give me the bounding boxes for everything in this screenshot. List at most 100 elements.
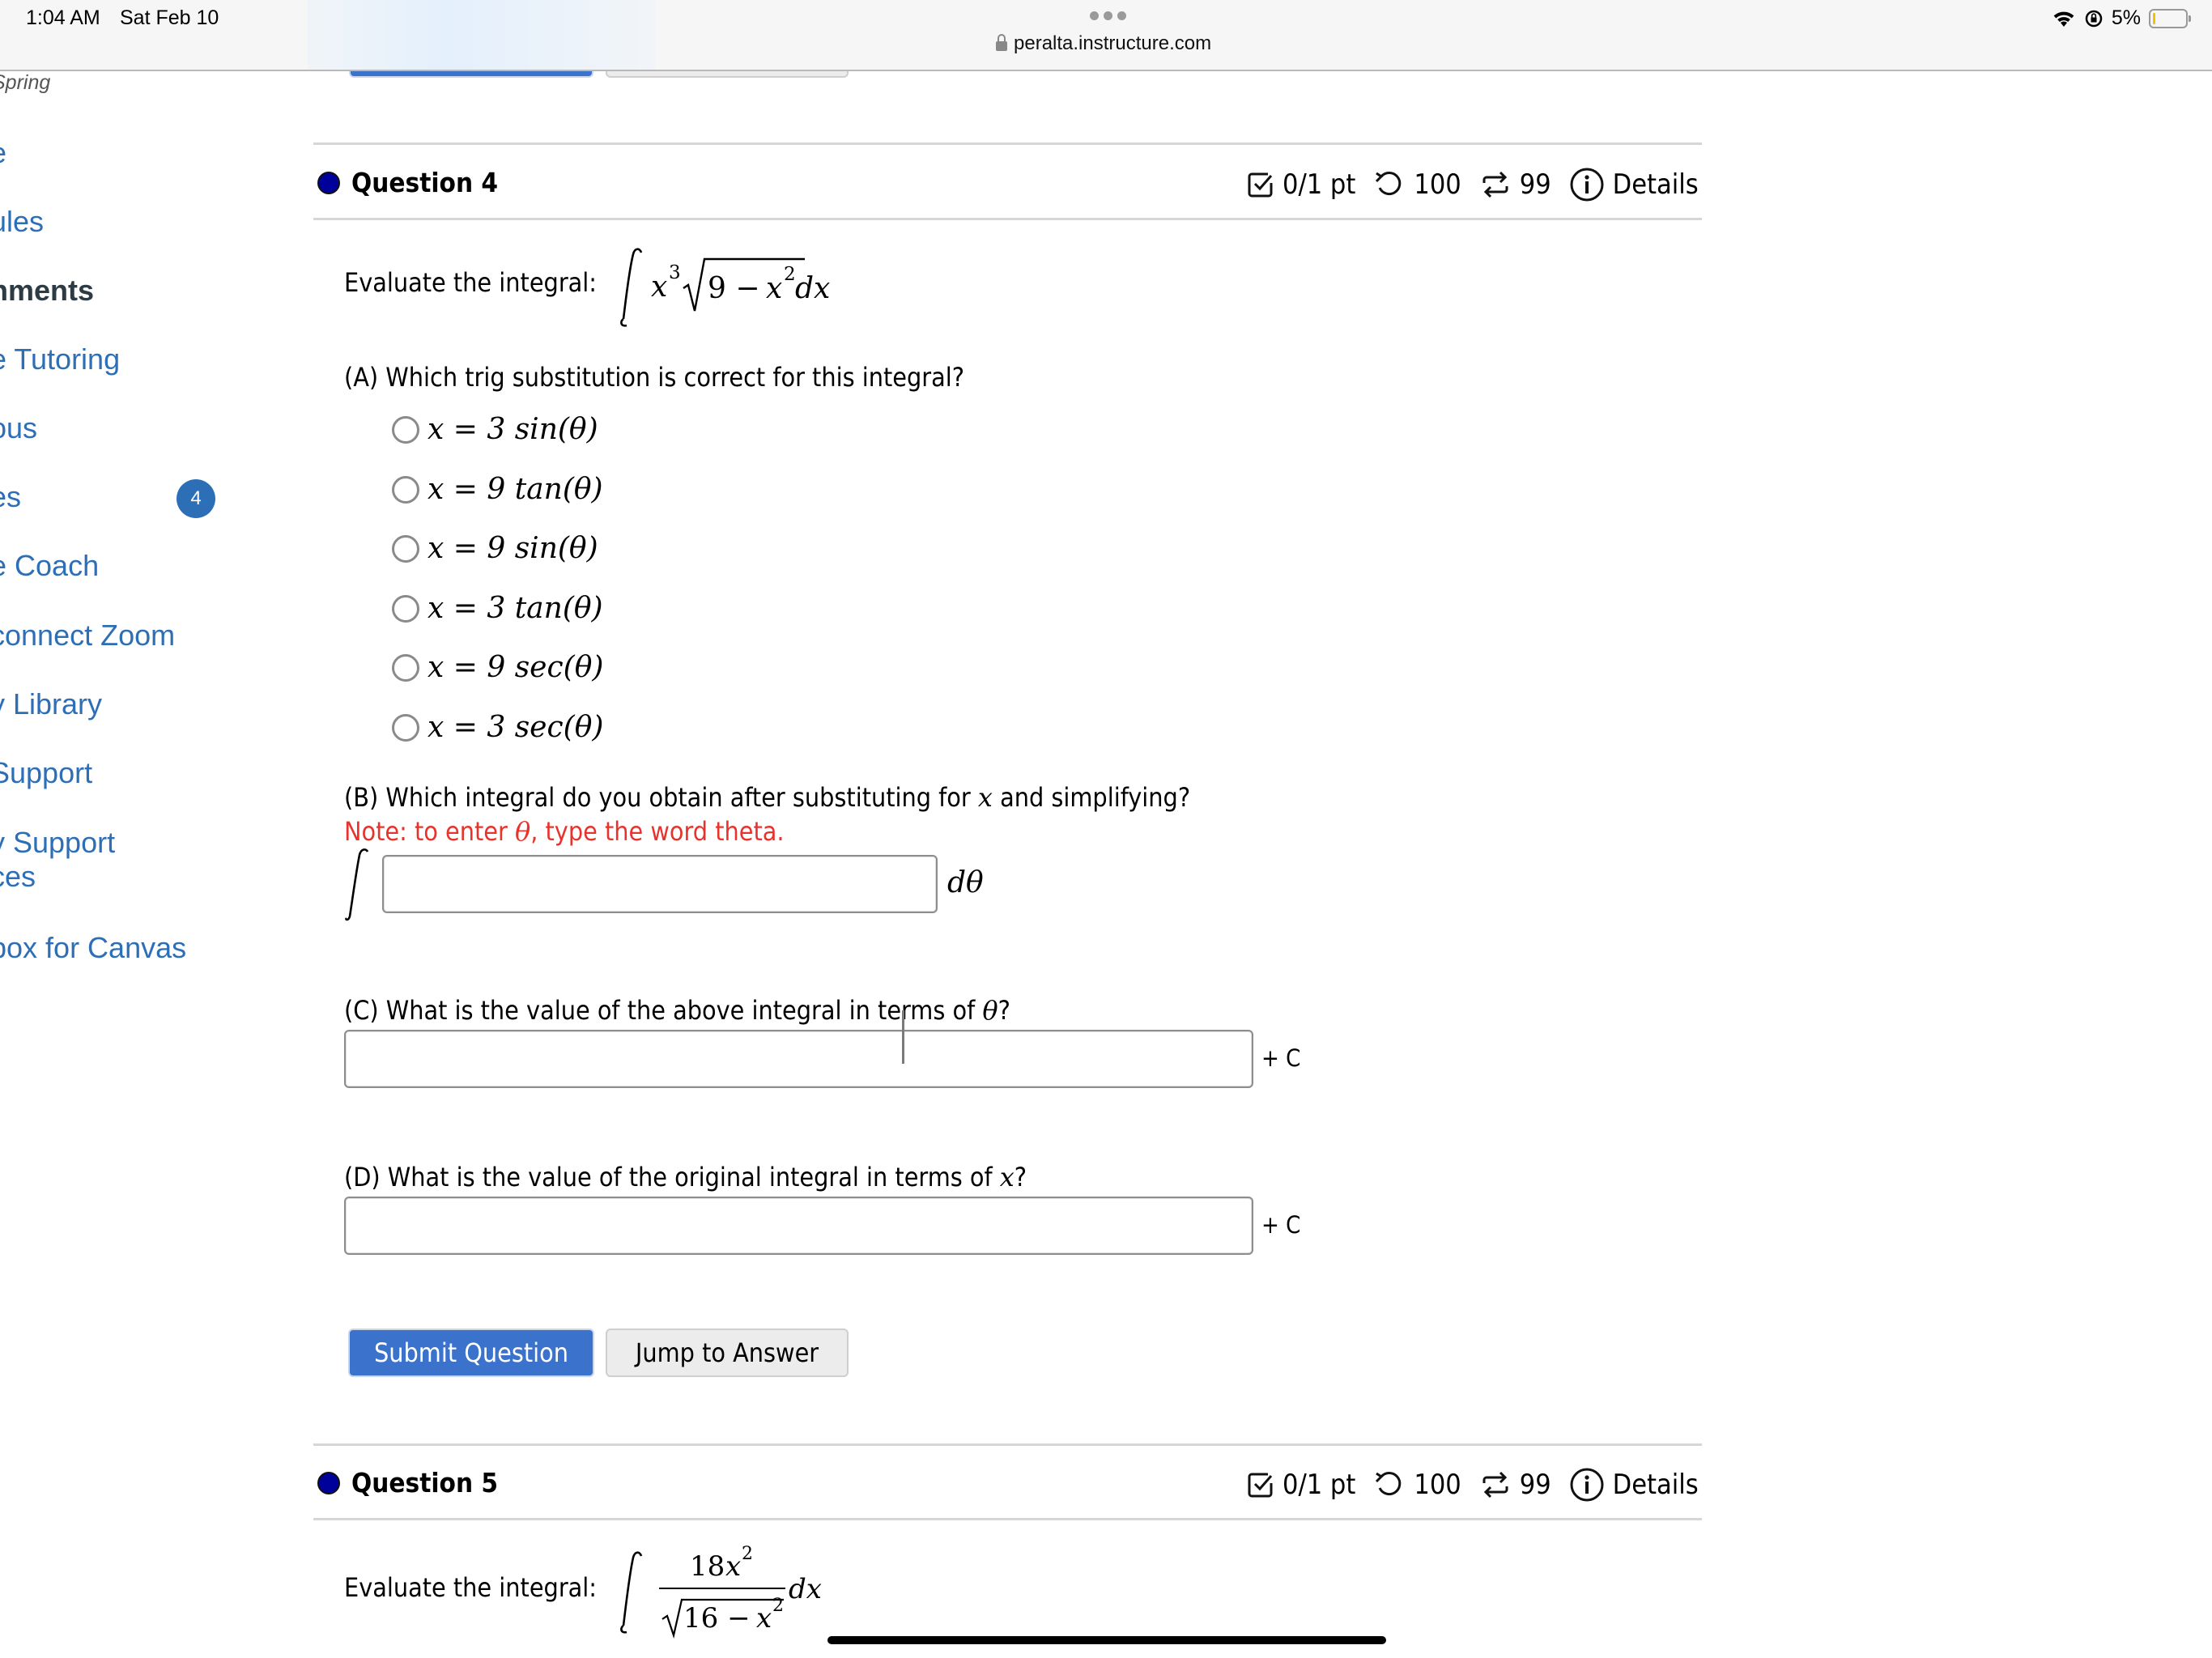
option-row[interactable]: x = 9 sin(θ)	[392, 532, 598, 565]
score-checkbox-icon	[1248, 1473, 1273, 1498]
option-row[interactable]: x = 9 tan(θ)	[392, 473, 603, 506]
details-link[interactable]: Details	[1613, 1469, 1699, 1501]
info-icon[interactable]	[1569, 167, 1605, 202]
submit-question-button[interactable]: Submit Question	[348, 1329, 594, 1377]
question-meta: 0/1 pt 100 99 Details	[1247, 167, 1699, 202]
svg-text:x: x	[766, 272, 782, 305]
integral-expression: x 3 9 − x 2 dx	[620, 248, 830, 327]
home-indicator[interactable]	[827, 1636, 1386, 1644]
retry-icon	[1376, 1472, 1402, 1496]
radio-option-3[interactable]	[392, 534, 419, 563]
option-row[interactable]: x = 3 sec(θ)	[392, 711, 603, 744]
integral-expression: 18 x 2 16 − x 2 dx	[620, 1545, 822, 1639]
svg-text:16 −: 16 −	[683, 1602, 751, 1635]
part-b-note: Note: to enter θ, type the word theta.	[344, 816, 785, 847]
retry-icon	[1376, 172, 1402, 196]
orientation-lock-icon	[2085, 10, 2103, 27]
question-meta: 0/1 pt 100 99 Details	[1247, 1467, 1699, 1503]
svg-text:x: x	[725, 1550, 741, 1583]
variable-theta: θ	[982, 995, 998, 1026]
status-bar: 1:04 AM Sat Feb 10 peralta.instructure.c…	[0, 0, 2212, 71]
sidebar-item-online-tutoring[interactable]: e Tutoring	[0, 342, 120, 376]
prompt-label: Evaluate the integral:	[344, 1572, 597, 1603]
part-d-answer-input[interactable]	[344, 1197, 1253, 1255]
sidebar-item-assignments[interactable]: nments	[0, 274, 94, 308]
url-text: peralta.instructure.com	[1014, 32, 1212, 54]
part-c-prompt: (C) What is the value of the above integ…	[344, 995, 1010, 1026]
plus-c-label: + C	[1261, 1044, 1301, 1072]
radio-option-5[interactable]	[392, 653, 419, 682]
d-theta-label: dθ	[947, 866, 984, 899]
sidebar-item-support[interactable]: Support	[0, 756, 92, 790]
variable-theta: θ	[514, 816, 531, 847]
question-divider-top	[313, 1443, 1702, 1446]
variable-x: x	[977, 782, 993, 813]
sidebar-item-conferzoom[interactable]: connect Zoom	[0, 619, 175, 653]
question-divider-bottom	[313, 1518, 1702, 1520]
part-d-prompt: (D) What is the value of the original in…	[344, 1162, 1027, 1192]
sidebar-item-syllabus[interactable]: ous	[0, 411, 37, 445]
radio-option-1[interactable]	[392, 415, 419, 444]
wifi-icon	[2053, 11, 2074, 27]
sidebar-item-toolbox[interactable]: box for Canvas	[0, 931, 186, 965]
integral-sign-icon	[345, 848, 369, 921]
svg-text:dx: dx	[789, 1573, 822, 1605]
retries-remaining: 100	[1414, 168, 1461, 201]
text-cursor	[902, 1010, 904, 1064]
sidebar-item-home[interactable]: e	[0, 136, 6, 170]
option-row[interactable]: x = 3 sin(θ)	[392, 413, 598, 446]
svg-text:18: 18	[690, 1550, 725, 1583]
svg-text:x: x	[651, 270, 667, 304]
attempts-remaining: 99	[1519, 1469, 1551, 1501]
attempts-remaining: 99	[1519, 168, 1551, 201]
battery-icon	[2149, 8, 2191, 28]
question-prompt: Evaluate the integral:	[344, 1572, 597, 1603]
question-score: 0/1 pt	[1283, 168, 1356, 201]
retries-remaining: 100	[1414, 1469, 1461, 1501]
svg-text:2: 2	[772, 1596, 784, 1616]
svg-text:x: x	[756, 1602, 772, 1635]
sidebar-item-student-support[interactable]: y Support	[0, 826, 115, 860]
address-bar[interactable]: peralta.instructure.com	[996, 32, 1211, 55]
status-date: Sat Feb 10	[120, 6, 219, 29]
svg-text:dx: dx	[795, 272, 830, 305]
question-title: Question 4	[351, 167, 499, 198]
variable-x: x	[999, 1162, 1015, 1192]
question-header: Question 5	[317, 1467, 498, 1499]
part-c-answer-input[interactable]	[344, 1030, 1253, 1088]
option-label: x = 9 tan(θ)	[428, 473, 603, 506]
status-indicators: 5%	[2052, 6, 2191, 30]
score-checkbox-icon	[1248, 172, 1273, 198]
question-status-dot	[317, 171, 340, 194]
info-icon[interactable]	[1569, 1467, 1605, 1503]
option-label: x = 9 sec(θ)	[428, 651, 604, 684]
sidebar-item-modules[interactable]: ules	[0, 205, 44, 239]
plus-c-label: + C	[1261, 1211, 1301, 1239]
lock-icon	[996, 34, 1007, 51]
attempts-icon	[1482, 1471, 1508, 1499]
grades-count-badge: 4	[177, 479, 215, 518]
details-link[interactable]: Details	[1613, 168, 1699, 201]
sidebar-item-course-coach[interactable]: e Coach	[0, 549, 99, 583]
part-b-prompt: (B) Which integral do you obtain after s…	[344, 782, 1191, 813]
question-score: 0/1 pt	[1283, 1469, 1356, 1501]
course-term: Spring	[0, 71, 51, 94]
radio-option-4[interactable]	[392, 594, 419, 623]
option-label: x = 3 tan(θ)	[428, 592, 603, 625]
sidebar-item-grades[interactable]: es	[0, 480, 21, 514]
radio-option-6[interactable]	[392, 713, 419, 742]
sidebar-item-student-support-resources[interactable]: ces	[0, 860, 36, 894]
option-label: x = 3 sec(θ)	[428, 711, 604, 744]
option-row[interactable]: x = 3 tan(θ)	[392, 592, 603, 625]
svg-text:9 −: 9 −	[708, 272, 760, 305]
jump-to-answer-button[interactable]: Jump to Answer	[606, 1329, 849, 1377]
status-time: 1:04 AM	[26, 6, 100, 29]
scroll-overlay	[308, 0, 656, 70]
sidebar-item-library[interactable]: y Library	[0, 687, 102, 721]
radio-option-2[interactable]	[392, 475, 419, 504]
question-title: Question 5	[351, 1467, 499, 1499]
tab-menu-dots-icon[interactable]	[1090, 11, 1126, 20]
svg-text:2: 2	[742, 1545, 753, 1564]
option-row[interactable]: x = 9 sec(θ)	[392, 651, 603, 684]
part-b-answer-input[interactable]	[382, 855, 938, 913]
